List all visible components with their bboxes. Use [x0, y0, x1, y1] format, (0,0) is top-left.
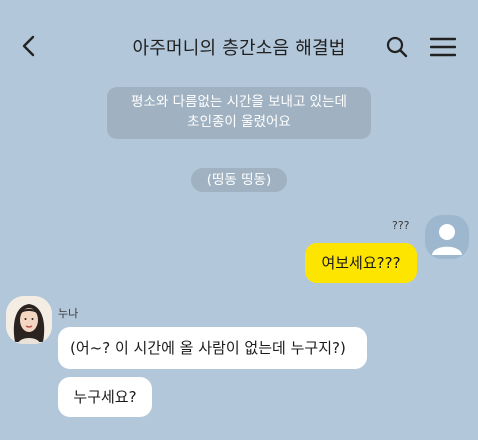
system-notice: 평소와 다름없는 시간을 보내고 있는데 초인종이 울렸어요	[107, 87, 371, 139]
their-avatar[interactable]	[6, 296, 52, 344]
my-name-label: ???	[392, 219, 410, 232]
menu-button[interactable]	[428, 34, 458, 60]
search-button[interactable]	[384, 34, 410, 60]
their-message-bubble[interactable]: (어~? 이 시간에 올 사람이 없는데 누구지?)	[58, 327, 367, 369]
woman-portrait-icon	[6, 296, 52, 344]
doorbell-notice: (띵동 띵동)	[191, 168, 287, 192]
their-name-label: 누나	[58, 307, 79, 320]
search-icon	[386, 36, 408, 58]
hamburger-menu-icon	[430, 37, 456, 57]
notice-line-1: 평소와 다름없는 시간을 보내고 있는데	[131, 94, 347, 110]
notice-line-2: 초인종이 울렸어요	[187, 114, 291, 130]
their-message-bubble[interactable]: 누구세요?	[58, 377, 152, 417]
my-avatar[interactable]	[425, 215, 469, 259]
default-profile-icon	[432, 224, 462, 255]
chat-header: 아주머니의 층간소음 해결법	[0, 0, 478, 84]
my-message-bubble[interactable]: 여보세요???	[305, 243, 417, 283]
